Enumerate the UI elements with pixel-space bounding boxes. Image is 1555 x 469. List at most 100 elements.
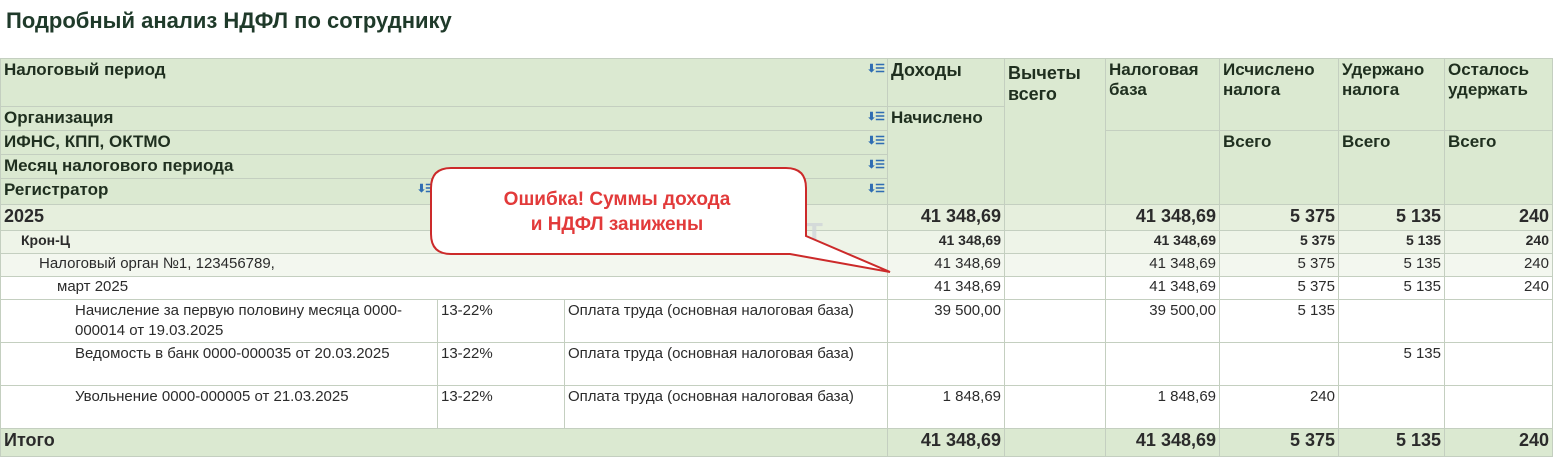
header-withheld-sub-label: Всего [1342, 132, 1391, 151]
header-income-label: Доходы [891, 60, 962, 80]
header-tax-base[interactable]: Налоговая база [1105, 58, 1220, 131]
cell-base: 41 348,69 [1105, 253, 1220, 277]
cell-base: 41 348,69 [1105, 276, 1220, 300]
header-organization[interactable]: Организация ⬇☰ [0, 106, 888, 131]
cell-deductions [1004, 230, 1106, 254]
cell-income: 39 500,00 [887, 299, 1005, 343]
table-row[interactable]: Начисление за первую половину месяца 000… [0, 299, 1553, 343]
header-month-label: Месяц налогового периода [4, 156, 234, 175]
cell-remaining: 240 [1444, 253, 1553, 277]
cell-remaining: 240 [1444, 230, 1553, 254]
doc-rate: 13-22% [437, 342, 565, 386]
sort-icon[interactable]: ⬇☰ [867, 182, 885, 195]
cell-withheld: 5 135 [1338, 428, 1445, 457]
doc-label: Увольнение 0000-000005 от 21.03.2025 [0, 385, 438, 429]
sort-icon[interactable]: ⬇☰ [867, 62, 885, 75]
header-deductions[interactable]: Вычеты всего [1004, 58, 1106, 205]
doc-rate: 13-22% [437, 385, 565, 429]
cell-calc: 240 [1219, 385, 1339, 429]
total-label: Итого [0, 428, 888, 457]
cell-remaining [1444, 299, 1553, 343]
cell-withheld: 5 135 [1338, 253, 1445, 277]
cell-calc: 5 375 [1219, 230, 1339, 254]
cell-withheld [1338, 385, 1445, 429]
cell-income: 41 348,69 [887, 230, 1005, 254]
cell-remaining [1444, 385, 1553, 429]
cell-deductions [1004, 428, 1106, 457]
cell-withheld: 5 135 [1338, 230, 1445, 254]
cell-withheld: 5 135 [1338, 276, 1445, 300]
sort-icon[interactable]: ⬇☰ [867, 134, 885, 147]
cell-base: 41 348,69 [1105, 204, 1220, 231]
header-calculated-sub: Всего [1219, 130, 1339, 205]
cell-income: 41 348,69 [887, 253, 1005, 277]
cell-deductions [1004, 299, 1106, 343]
total-row: Итого 41 348,69 41 348,69 5 375 5 135 24… [0, 428, 1553, 457]
cell-withheld: 5 135 [1338, 342, 1445, 386]
callout-line-2: и НДФЛ занижены [530, 214, 704, 235]
header-tax-base-label: Налоговая база [1109, 60, 1199, 99]
callout-line-1: Ошибка! Суммы дохода [503, 189, 731, 210]
table-row[interactable]: Увольнение 0000-000005 от 21.03.2025 13-… [0, 385, 1553, 429]
cell-calc: 5 375 [1219, 276, 1339, 300]
cell-calc: 5 135 [1219, 299, 1339, 343]
header-tax-base-empty [1105, 130, 1220, 205]
cell-base [1105, 342, 1220, 386]
doc-label: Начисление за первую половину месяца 000… [0, 299, 438, 343]
callout-text: Ошибка! Суммы дохода и НДФЛ занижены [431, 187, 803, 237]
cell-income: 41 348,69 [887, 428, 1005, 457]
cell-deductions [1004, 342, 1106, 386]
cell-base: 41 348,69 [1105, 428, 1220, 457]
header-withheld-label: Удержано налога [1342, 60, 1425, 99]
cell-remaining: 240 [1444, 428, 1553, 457]
table-row[interactable]: Ведомость в банк 0000-000035 от 20.03.20… [0, 342, 1553, 386]
cell-income [887, 342, 1005, 386]
error-callout: Ошибка! Суммы дохода и НДФЛ занижены [431, 167, 803, 257]
cell-remaining [1444, 342, 1553, 386]
header-calculated-sub-label: Всего [1223, 132, 1272, 151]
header-tax-period[interactable]: Налоговый период ⬇☰ [0, 58, 888, 107]
group-row-month[interactable]: март 2025 41 348,69 41 348,69 5 375 5 13… [0, 276, 1553, 300]
header-calculated[interactable]: Исчислено налога [1219, 58, 1339, 131]
header-registrar-label: Регистратор [4, 180, 109, 199]
cell-base: 39 500,00 [1105, 299, 1220, 343]
row-label: март 2025 [0, 276, 888, 300]
cell-base: 41 348,69 [1105, 230, 1220, 254]
header-income-sub-label: Начислено [891, 108, 983, 127]
cell-deductions [1004, 204, 1106, 231]
header-organization-label: Организация [4, 108, 114, 127]
header-registrar[interactable]: Регистратор ⬇☰ [0, 178, 438, 205]
cell-calc: 5 375 [1219, 253, 1339, 277]
header-income[interactable]: Доходы [887, 58, 1005, 107]
header-remaining-sub-label: Всего [1448, 132, 1497, 151]
cell-deductions [1004, 385, 1106, 429]
header-income-sub: Начислено [887, 106, 1005, 205]
cell-deductions [1004, 276, 1106, 300]
cell-income: 1 848,69 [887, 385, 1005, 429]
cell-remaining: 240 [1444, 204, 1553, 231]
header-remaining[interactable]: Осталось удержать [1444, 58, 1553, 131]
doc-label: Ведомость в банк 0000-000035 от 20.03.20… [0, 342, 438, 386]
doc-type: Оплата труда (основная налоговая база) [564, 385, 888, 429]
header-ifns-label: ИФНС, КПП, ОКТМО [4, 132, 171, 151]
cell-calc [1219, 342, 1339, 386]
header-withheld-sub: Всего [1338, 130, 1445, 205]
ndfl-report-table: Налоговый период ⬇☰ Доходы Вычеты всего … [0, 58, 1553, 457]
header-tax-period-label: Налоговый период [4, 60, 166, 79]
cell-income: 41 348,69 [887, 276, 1005, 300]
cell-remaining: 240 [1444, 276, 1553, 300]
header-remaining-sub: Всего [1444, 130, 1553, 205]
cell-income: 41 348,69 [887, 204, 1005, 231]
cell-deductions [1004, 253, 1106, 277]
header-deductions-label: Вычеты всего [1008, 63, 1081, 104]
header-calculated-label: Исчислено налога [1223, 60, 1315, 99]
doc-type: Оплата труда (основная налоговая база) [564, 299, 888, 343]
header-ifns[interactable]: ИФНС, КПП, ОКТМО ⬇☰ [0, 130, 888, 155]
report-title: Подробный анализ НДФЛ по сотруднику [6, 8, 452, 33]
doc-type: Оплата труда (основная налоговая база) [564, 342, 888, 386]
cell-base: 1 848,69 [1105, 385, 1220, 429]
sort-icon[interactable]: ⬇☰ [867, 110, 885, 123]
header-remaining-label: Осталось удержать [1448, 60, 1530, 99]
sort-icon[interactable]: ⬇☰ [867, 158, 885, 171]
header-withheld[interactable]: Удержано налога [1338, 58, 1445, 131]
